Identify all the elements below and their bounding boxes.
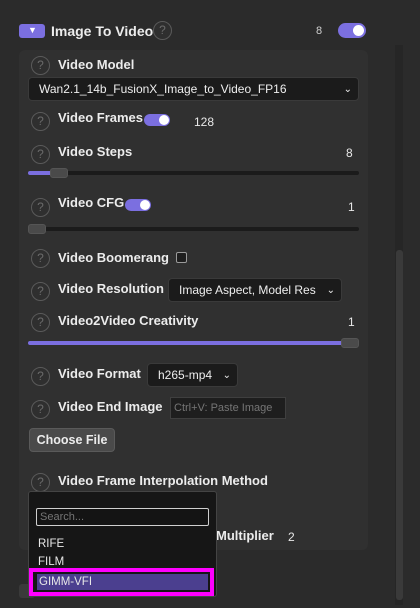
dropdown-option-rife[interactable]: RIFE [38,538,64,550]
help-icon[interactable]: ? [31,282,50,301]
video-boomerang-label: Video Boomerang [58,250,170,265]
help-icon[interactable]: ? [31,56,50,75]
help-icon[interactable]: ? [153,21,172,40]
video-format-value: h265-mp4 [158,368,213,382]
help-icon[interactable]: ? [31,112,50,131]
video-frames-label: Video Frames [58,110,144,125]
video-steps-label: Video Steps [58,144,133,159]
video-cfg-toggle[interactable] [125,199,151,211]
video-resolution-value: Image Aspect, Model Res [179,283,316,297]
choose-file-button[interactable]: Choose File [29,428,115,452]
video-cfg-thumb[interactable] [28,224,46,234]
scrollbar-thumb[interactable] [396,250,403,600]
help-icon[interactable]: ? [31,473,50,492]
chevron-down-icon: ⌄ [343,84,352,95]
help-icon[interactable]: ? [31,145,50,164]
video-resolution-select[interactable]: Image Aspect, Model Res ⌄ [168,278,342,302]
group-title: Image To Video [51,23,154,39]
group-enable-toggle[interactable] [338,23,366,38]
video-cfg-value[interactable]: 1 [348,200,355,214]
video-frame-interpolation-label: Video Frame Interpolation Method [58,473,268,488]
video-resolution-label: Video Resolution [58,281,164,296]
help-icon[interactable]: ? [31,198,50,217]
video-steps-fill [28,171,52,175]
choose-file-label: Choose File [36,433,108,447]
help-icon[interactable]: ? [31,313,50,332]
video-steps-slider[interactable] [28,171,359,175]
video-format-select[interactable]: h265-mp4 ⌄ [147,363,238,387]
interpolation-multiplier-value[interactable]: 2 [288,530,295,544]
video-model-label: Video Model [58,57,135,72]
dropdown-option-gimm-vfi-row[interactable]: GIMM-VFI [29,568,214,596]
video-end-image-paste-field[interactable] [170,397,286,419]
video-frames-toggle[interactable] [144,114,170,126]
video-model-select[interactable]: Wan2.1_14b_FusionX_Image_to_Video_FP16 ⌄ [28,77,359,101]
video2video-creativity-value[interactable]: 1 [348,315,355,329]
chevron-down-icon: ⌄ [326,285,335,296]
video-model-value: Wan2.1_14b_FusionX_Image_to_Video_FP16 [39,82,287,96]
video2video-creativity-fill [28,341,352,345]
video2video-creativity-label: Video2Video Creativity [58,313,199,328]
video-end-image-label: Video End Image [58,399,163,414]
collapse-button[interactable]: ▼ [19,24,45,38]
help-icon[interactable]: ? [31,249,50,268]
help-icon[interactable]: ? [31,367,50,386]
dropdown-search-input[interactable] [36,508,209,526]
chevron-down-icon: ▼ [28,25,37,35]
video-format-label: Video Format [58,366,141,381]
video2video-creativity-thumb[interactable] [341,338,359,348]
toggle-knob [353,25,364,36]
video-frames-value[interactable]: 128 [194,115,214,129]
interpolation-multiplier-label: Multiplier [216,528,274,543]
help-icon[interactable]: ? [31,400,50,419]
video-boomerang-checkbox[interactable] [176,252,187,263]
video-cfg-label: Video CFG [58,195,125,210]
dropdown-option-gimm-vfi: GIMM-VFI [39,576,93,588]
group-count: 8 [316,25,323,37]
dropdown-option-film[interactable]: FILM [38,556,64,568]
video-steps-value[interactable]: 8 [346,146,353,160]
chevron-down-icon: ⌄ [222,370,231,381]
video-cfg-slider[interactable] [28,227,359,231]
video-steps-thumb[interactable] [50,168,68,178]
